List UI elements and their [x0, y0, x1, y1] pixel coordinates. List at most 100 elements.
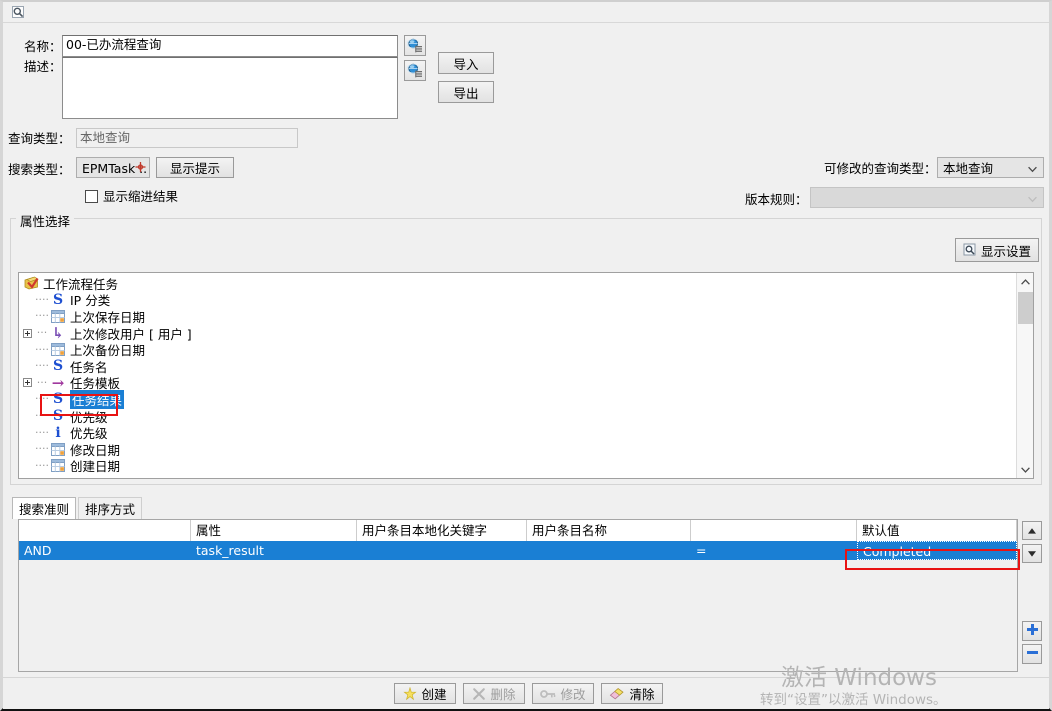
integer-attr-icon: i — [55, 424, 61, 441]
grid-column-header[interactable]: 属性 — [191, 520, 357, 541]
modifiable-query-type-label: 可修改的查询类型： — [824, 161, 937, 176]
tree-connector: ···· — [35, 425, 49, 439]
show-indent-label: 显示缩进结果 — [103, 189, 179, 204]
string-attr-icon: S — [52, 408, 64, 425]
tree-connector: ··· — [36, 326, 48, 340]
criteria-grid-header: 属性 用户条目本地化关键字 用户条目名称 默认值 — [19, 520, 1017, 542]
pick-target-icon — [135, 159, 146, 176]
add-criteria-button[interactable] — [1022, 621, 1042, 641]
modifiable-query-type-select[interactable]: 本地查询 — [937, 157, 1044, 178]
eraser-clear-icon — [609, 687, 625, 701]
tree-item[interactable]: ···· 上次保存日期 — [19, 308, 1015, 325]
grid-column-header[interactable]: 默认值 — [857, 520, 1017, 541]
string-attr-icon: S — [52, 391, 64, 408]
tree-connector: ···· — [35, 409, 49, 423]
remove-criteria-button[interactable] — [1022, 644, 1042, 664]
tree-item[interactable]: ··· → 任务模板 — [19, 374, 1015, 392]
grid-cell[interactable]: AND — [19, 541, 191, 560]
tree-expand-icon[interactable] — [23, 328, 32, 338]
new-star-icon — [403, 686, 418, 701]
date-attr-icon — [50, 442, 66, 457]
grid-cell[interactable] — [357, 541, 527, 560]
version-rule-label: 版本规则： — [745, 192, 808, 207]
footer-button-label: 删除 — [490, 687, 516, 702]
tree-item[interactable]: ···· S 优先级 — [19, 408, 1015, 425]
chevron-down-icon — [1028, 159, 1037, 176]
footer-eraser-clear-button[interactable]: 清除 — [601, 683, 663, 704]
grid-cell[interactable]: Completed — [857, 541, 1017, 560]
grid-cell[interactable]: = — [691, 541, 857, 560]
tree-item[interactable]: ···· S IP 分类 — [19, 292, 1015, 309]
string-attr-icon: S — [52, 291, 64, 308]
display-settings-label: 显示设置 — [981, 243, 1032, 259]
attribute-tree[interactable]: 工作流程任务 ···· S IP 分类 ···· 上次保存日期 ··· ↳ 上次修改用户 [ … — [18, 272, 1034, 479]
grid-row[interactable]: AND task_result = Completed — [19, 541, 1017, 560]
footer-button-label: 修改 — [560, 687, 586, 702]
grid-column-header[interactable]: 用户条目名称 — [527, 520, 691, 541]
reference-attr-icon: ↳ — [51, 324, 65, 343]
tree-item[interactable]: ···· 上次备份日期 — [19, 341, 1015, 359]
tree-expand-icon[interactable] — [23, 378, 32, 388]
chevron-down-icon[interactable] — [1017, 461, 1033, 478]
grid-column-header[interactable]: 用户条目本地化关键字 — [357, 520, 527, 541]
criteria-tab[interactable]: 搜索准则 — [12, 497, 76, 519]
scrollbar-thumb[interactable] — [1018, 292, 1033, 324]
search-type-field[interactable]: EPMTask .. — [76, 157, 150, 178]
scroll-down-button[interactable] — [1022, 544, 1042, 563]
magnifier-settings-icon — [963, 243, 977, 257]
footer-key-modify-button: 修改 — [532, 683, 594, 704]
date-attr-icon — [50, 458, 66, 473]
attribute-tree-scrollbar[interactable] — [1016, 273, 1033, 478]
chevron-down-icon — [1028, 189, 1037, 206]
query-type-label: 查询类型： — [8, 131, 71, 146]
footer-button-label: 清除 — [629, 687, 655, 702]
tree-connector: ···· — [35, 342, 49, 356]
attribute-tree-rows: 工作流程任务 ···· S IP 分类 ···· 上次保存日期 ··· ↳ 上次修改用户 [ … — [19, 273, 1015, 478]
date-attr-icon — [50, 309, 66, 324]
show-hint-button[interactable]: 显示提示 — [156, 157, 234, 178]
globe-locale-icon — [407, 63, 422, 78]
name-input[interactable]: 00-已办流程查询 — [62, 35, 398, 57]
name-locale-button[interactable] — [404, 35, 426, 56]
modifiable-query-type-value: 本地查询 — [943, 161, 994, 176]
tree-item[interactable]: 工作流程任务 — [19, 275, 1015, 292]
string-attr-icon: S — [52, 358, 64, 375]
criteria-tab[interactable]: 排序方式 — [78, 497, 142, 519]
title-bar — [3, 2, 1049, 23]
name-label: 名称： — [24, 39, 62, 54]
tree-item[interactable]: ··· ↳ 上次修改用户 [ 用户 ] — [19, 324, 1015, 343]
tree-connector: ···· — [35, 359, 49, 373]
version-rule-select[interactable] — [810, 187, 1044, 208]
tree-item[interactable]: ···· S 任务名 — [19, 358, 1015, 375]
tree-item[interactable]: ···· i 优先级 — [19, 424, 1015, 442]
import-button[interactable]: 导入 — [438, 52, 494, 74]
tree-item[interactable]: ···· 创建日期 — [19, 458, 1015, 475]
description-input[interactable] — [62, 57, 398, 119]
tree-connector: ···· — [35, 442, 49, 456]
tree-connector: ··· — [36, 375, 48, 389]
footer-x-delete-button: 删除 — [463, 683, 525, 704]
grid-column-header[interactable] — [691, 520, 857, 541]
tree-item[interactable]: ···· 修改日期 — [19, 441, 1015, 458]
footer-button-label: 创建 — [421, 687, 447, 702]
plus-icon — [1026, 623, 1039, 639]
key-modify-icon — [540, 688, 556, 700]
scroll-up-icon — [1027, 523, 1037, 538]
tree-connector: ···· — [35, 458, 49, 472]
grid-column-header[interactable] — [19, 520, 191, 541]
windows-activation-title: 激活 Windows — [781, 665, 937, 691]
show-indent-checkbox[interactable] — [85, 190, 98, 203]
grid-cell[interactable]: task_result — [191, 541, 357, 560]
query-type-value: 本地查询 — [76, 128, 298, 148]
description-locale-button[interactable] — [404, 60, 426, 81]
tree-item[interactable]: ···· S 任务结果 — [19, 389, 1015, 409]
criteria-grid[interactable]: 属性 用户条目本地化关键字 用户条目名称 默认值 AND task_result = Com… — [18, 519, 1018, 672]
criteria-tab-label: 排序方式 — [85, 502, 136, 517]
grid-cell[interactable] — [527, 541, 691, 560]
scroll-up-button[interactable] — [1022, 521, 1042, 540]
chevron-up-icon[interactable] — [1017, 273, 1033, 290]
export-button[interactable]: 导出 — [438, 81, 494, 103]
display-settings-button[interactable]: 显示设置 — [955, 238, 1039, 262]
workflow-task-icon — [23, 276, 39, 291]
footer-new-star-button[interactable]: 创建 — [394, 683, 456, 704]
